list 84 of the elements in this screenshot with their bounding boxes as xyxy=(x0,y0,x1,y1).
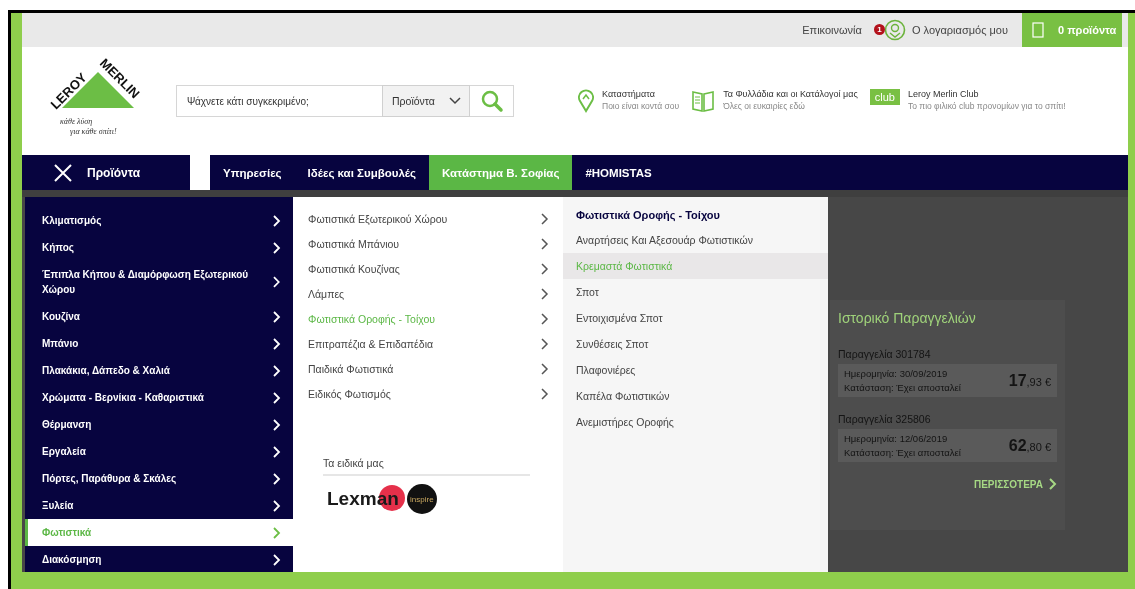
search-field[interactable]: Ψάχνετε κάτι συγκεκριμένο; xyxy=(176,85,382,117)
chevron-right-icon xyxy=(1049,478,1057,490)
chevron-right-icon xyxy=(273,310,281,323)
close-icon xyxy=(54,163,72,182)
category-item[interactable]: Ξυλεία xyxy=(25,492,293,519)
order-title: Παραγγελία 301784 xyxy=(838,348,932,360)
chevron-right-icon xyxy=(273,391,281,404)
submenu-item[interactable]: Συνθέσεις Σποτ xyxy=(563,331,828,357)
chevron-right-icon xyxy=(273,337,281,350)
account-link[interactable]: Ο λογαριασμός μου xyxy=(911,24,1008,36)
subcategory-item[interactable]: Παιδικά Φωτιστικά xyxy=(293,357,563,382)
chevron-down-icon xyxy=(449,97,461,105)
link-subtitle: Όλες οι ευκαιρίες εδώ xyxy=(723,101,806,111)
link-subtitle: Το πιο φιλικό club προνομίων για το σπίτι! xyxy=(907,101,1066,111)
bag-icon xyxy=(1032,22,1044,38)
nav-tab[interactable]: Ιδέες και Συμβουλές xyxy=(294,155,429,190)
brand-logo[interactable]: inspire xyxy=(406,484,437,514)
chevron-right-icon xyxy=(273,553,281,566)
category-item[interactable]: Θέρμανση xyxy=(25,411,293,438)
chevron-right-icon xyxy=(273,472,281,485)
search-button[interactable] xyxy=(470,85,514,117)
link-subtitle: Ποιο είναι κοντά σου xyxy=(602,101,680,111)
category-dropdown[interactable]: Προϊόντα xyxy=(382,85,470,117)
submenu-item[interactable]: Καπέλα Φωτιστικών xyxy=(563,383,828,409)
submenu-item[interactable]: Ανεμιστήρες Οροφής xyxy=(563,409,828,435)
chevron-right-icon xyxy=(273,241,281,254)
chevron-right-icon xyxy=(273,499,281,512)
category-item[interactable]: Έπιπλα Κήπου & Διαμόρφωση Εξωτερικού Χώρου xyxy=(25,261,293,303)
chevron-right-icon xyxy=(273,364,281,377)
chevron-right-icon xyxy=(541,213,549,225)
subcategory-item[interactable]: Λάμπες xyxy=(293,282,563,307)
submenu-item[interactable]: Πλαφονιέρες xyxy=(563,357,828,383)
order-date: Ημερομηνία: 30/09/2019 xyxy=(844,368,949,379)
order-price: 62,80 € xyxy=(1008,436,1051,455)
category-item[interactable]: Πόρτες, Παράθυρα & Σκάλες xyxy=(25,465,293,492)
chevron-right-icon xyxy=(541,238,549,250)
more-link[interactable]: ΠΕΡΙΣΣΟΤΕΡΑ xyxy=(973,478,1057,490)
brochure-icon[interactable] xyxy=(691,89,716,113)
category-item[interactable]: Εργαλεία xyxy=(25,438,293,465)
submenu-item[interactable]: Σποτ xyxy=(563,279,828,305)
contact-link[interactable]: Επικοινωνία xyxy=(802,24,862,36)
chevron-right-icon xyxy=(273,276,281,288)
chevron-right-icon xyxy=(541,313,549,325)
subcategory-item[interactable]: Επιτραπέζια & Επιδαπέδια xyxy=(293,332,563,357)
category-item[interactable]: Κήπος xyxy=(25,234,293,261)
chevron-right-icon xyxy=(273,418,281,431)
category-item[interactable]: Πλακάκια, Δάπεδο & Χαλιά xyxy=(25,357,293,384)
link-title[interactable]: Καταστήματα xyxy=(602,89,680,99)
submenu-item[interactable]: Εντοιχισμένα Σποτ xyxy=(563,305,828,331)
order-status: Κατάσταση: Έχει αποσταλεί xyxy=(844,382,961,393)
chevron-right-icon xyxy=(273,526,281,539)
chevron-right-icon xyxy=(541,263,549,275)
submenu-heading: Φωτιστικά Οροφής - Τοίχου xyxy=(575,209,721,223)
location-pin-icon[interactable] xyxy=(578,89,594,113)
link-title[interactable]: Leroy Merlin Club xyxy=(907,89,1066,99)
notification-badge: 1 xyxy=(873,24,885,35)
nav-tab[interactable]: #HOMISTAS xyxy=(572,155,665,190)
order-date: Ημερομηνία: 12/06/2019 xyxy=(844,433,949,444)
chevron-right-icon xyxy=(541,363,549,375)
category-item[interactable]: Διακόσμηση xyxy=(25,546,293,573)
user-icon[interactable] xyxy=(883,19,906,41)
chevron-right-icon xyxy=(541,388,549,400)
order-title: Παραγγελία 325806 xyxy=(838,413,932,425)
brands-heading: Τα ειδικά μας xyxy=(323,457,530,476)
order-status: Κατάσταση: Έχει αποσταλεί xyxy=(844,447,961,458)
link-title[interactable]: Τα Φυλλάδια και οι Κατάλογοί μας xyxy=(723,89,858,99)
chevron-right-icon xyxy=(273,214,281,227)
subcategory-item[interactable]: Φωτιστικά Κουζίνας xyxy=(293,257,563,282)
submenu-item[interactable]: Αναρτήσεις Και Αξεσουάρ Φωτιστικών xyxy=(563,227,828,253)
category-item[interactable]: Χρώματα - Βερνίκια - Καθαριστικά xyxy=(25,384,293,411)
search-icon xyxy=(479,89,504,113)
chevron-right-icon xyxy=(541,338,549,350)
products-menu-button[interactable]: Προϊόντα xyxy=(22,155,190,190)
category-item[interactable]: Κλιματισμός xyxy=(25,207,293,234)
chevron-right-icon xyxy=(273,445,281,458)
category-item[interactable]: Κουζίνα xyxy=(25,303,293,330)
subcategory-item[interactable]: Φωτιστικά Εξωτερικού Χώρου xyxy=(293,207,563,232)
nav-tab[interactable]: Υπηρεσίες xyxy=(210,155,295,190)
category-item[interactable]: Μπάνιο xyxy=(25,330,293,357)
order-price: 17,93 € xyxy=(1008,371,1051,390)
subcategory-item[interactable]: Φωτιστικά Μπάνιου xyxy=(293,232,563,257)
subcategory-item[interactable]: Ειδικός Φωτισμός xyxy=(293,382,563,407)
card-title: Ιστορικό Παραγγελιών xyxy=(838,310,977,326)
chevron-right-icon xyxy=(541,288,549,300)
